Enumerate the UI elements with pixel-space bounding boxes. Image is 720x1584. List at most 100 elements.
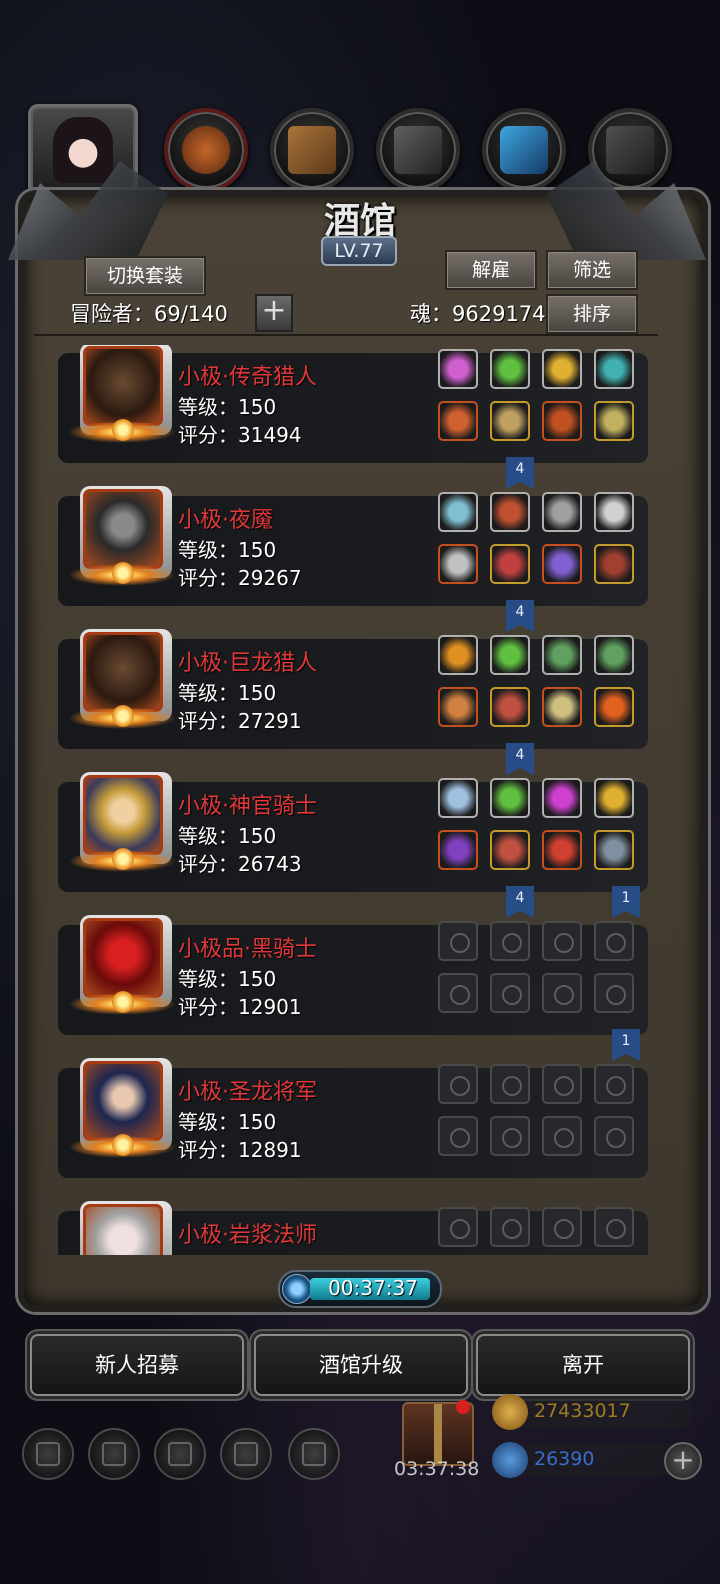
add-currency-button[interactable]: + [664, 1442, 702, 1480]
empty-equipment-slot[interactable] [438, 921, 478, 961]
equipment-item-icon[interactable] [542, 635, 582, 675]
empty-equipment-slot[interactable] [594, 973, 634, 1013]
gold-resource: 27433017 [492, 1394, 692, 1430]
empty-equipment-slot[interactable] [542, 973, 582, 1013]
hero-list[interactable]: 小极·传奇猎人 等级：150 评分：31494 4 小极·夜魇 等级：150 评分：2926… [34, 345, 658, 1255]
hero-card[interactable]: 小极品·黑骑士 等级：150 评分：12901 [58, 915, 648, 1035]
hero-score: 评分：31494 [178, 423, 302, 447]
empty-equipment-slot[interactable] [542, 1207, 582, 1247]
tab-orb-red[interactable] [164, 108, 248, 192]
equipment-item-icon[interactable] [594, 635, 634, 675]
hero-card[interactable]: 小极·夜魇 等级：150 评分：29267 [58, 486, 648, 606]
expand-slots-button[interactable]: + [255, 294, 293, 332]
equipment-item-icon[interactable] [594, 778, 634, 818]
empty-equipment-slot[interactable] [438, 973, 478, 1013]
count-badge: 1 [612, 1029, 640, 1061]
hero-avatar[interactable] [80, 1201, 172, 1255]
hero-score: 评分：12901 [178, 995, 302, 1019]
empty-equipment-slot[interactable] [542, 1116, 582, 1156]
equipment-item-icon[interactable] [438, 635, 478, 675]
gem-resource: 26390 [492, 1442, 692, 1478]
empty-equipment-slot[interactable] [594, 1116, 634, 1156]
equipment-item-icon[interactable] [490, 401, 530, 441]
soul-value: 魂：9629174 [410, 302, 546, 326]
equipment-item-icon[interactable] [490, 830, 530, 870]
hero-card[interactable]: 小极·神官骑士 等级：150 评分：26743 [58, 772, 648, 892]
dismiss-button[interactable]: 解雇 [445, 250, 537, 290]
star-rank-icon [68, 1134, 176, 1158]
equipment-item-icon[interactable] [438, 401, 478, 441]
equipment-item-icon[interactable] [594, 401, 634, 441]
bottom-menu-icon-3[interactable] [154, 1428, 206, 1480]
filter-button[interactable]: 筛选 [546, 250, 638, 290]
count-badge: 4 [506, 886, 534, 918]
equipment-item-icon[interactable] [438, 778, 478, 818]
empty-equipment-slot[interactable] [438, 1207, 478, 1247]
count-badge: 4 [506, 743, 534, 775]
bottom-menu-icon-1[interactable] [22, 1428, 74, 1480]
equipment-item-icon[interactable] [542, 492, 582, 532]
tab-wood[interactable] [270, 108, 354, 192]
recruit-button[interactable]: 新人招募 [30, 1334, 244, 1396]
upgrade-tavern-button[interactable]: 酒馆升级 [254, 1334, 468, 1396]
empty-equipment-slot[interactable] [594, 921, 634, 961]
empty-equipment-slot[interactable] [438, 1116, 478, 1156]
equipment-item-icon[interactable] [594, 687, 634, 727]
hero-card[interactable]: 小极·岩浆法师 [58, 1201, 648, 1255]
sort-button[interactable]: 排序 [546, 294, 638, 334]
empty-equipment-slot[interactable] [438, 1064, 478, 1104]
equipment-item-icon[interactable] [490, 544, 530, 584]
equipment-grid [438, 921, 648, 1019]
empty-equipment-slot[interactable] [490, 1116, 530, 1156]
empty-equipment-slot[interactable] [490, 973, 530, 1013]
empty-equipment-slot[interactable] [542, 921, 582, 961]
equipment-item-icon[interactable] [490, 349, 530, 389]
empty-equipment-slot[interactable] [490, 921, 530, 961]
equipment-item-icon[interactable] [542, 830, 582, 870]
empty-equipment-slot[interactable] [490, 1064, 530, 1104]
equipment-item-icon[interactable] [542, 349, 582, 389]
wood-icon [288, 126, 336, 174]
equipment-item-icon[interactable] [594, 492, 634, 532]
tab-stone[interactable] [376, 108, 460, 192]
equipment-item-icon[interactable] [438, 544, 478, 584]
hero-card[interactable]: 小极·传奇猎人 等级：150 评分：31494 [58, 345, 648, 463]
equipment-item-icon[interactable] [438, 492, 478, 532]
equipment-item-icon[interactable] [542, 778, 582, 818]
empty-equipment-slot[interactable] [490, 1207, 530, 1247]
switch-outfit-button[interactable]: 切换套装 [84, 256, 206, 296]
equipment-item-icon[interactable] [438, 687, 478, 727]
equipment-item-icon[interactable] [490, 492, 530, 532]
equipment-item-icon[interactable] [594, 349, 634, 389]
tab-crystal[interactable] [482, 108, 566, 192]
equipment-item-icon[interactable] [490, 635, 530, 675]
equipment-item-icon[interactable] [438, 830, 478, 870]
leave-button[interactable]: 离开 [476, 1334, 690, 1396]
hero-card[interactable]: 小极·圣龙将军 等级：150 评分：12891 [58, 1058, 648, 1178]
hero-portrait-icon [83, 489, 163, 569]
star-rank-icon [68, 419, 176, 443]
equipment-item-icon[interactable] [542, 687, 582, 727]
empty-equipment-slot[interactable] [594, 1207, 634, 1247]
hero-portrait-icon [83, 346, 163, 426]
equipment-item-icon[interactable] [438, 349, 478, 389]
star-rank-icon [68, 705, 176, 729]
hero-portrait-icon [83, 775, 163, 855]
equipment-item-icon[interactable] [490, 778, 530, 818]
equipment-item-icon[interactable] [594, 544, 634, 584]
hero-score: 评分：12891 [178, 1138, 302, 1162]
bottom-menu-icon-5[interactable] [288, 1428, 340, 1480]
equipment-item-icon[interactable] [542, 401, 582, 441]
orb-icon [182, 126, 230, 174]
equipment-item-icon[interactable] [594, 830, 634, 870]
hero-level: 等级：150 [178, 538, 277, 562]
bottom-menu-icon-2[interactable] [88, 1428, 140, 1480]
empty-equipment-slot[interactable] [542, 1064, 582, 1104]
equipment-item-icon[interactable] [542, 544, 582, 584]
empty-equipment-slot[interactable] [594, 1064, 634, 1104]
hero-name: 小极·传奇猎人 [178, 365, 317, 390]
bottom-menu-icon-4[interactable] [220, 1428, 272, 1480]
hero-card[interactable]: 小极·巨龙猎人 等级：150 评分：27291 [58, 629, 648, 749]
hero-score: 评分：27291 [178, 709, 302, 733]
equipment-item-icon[interactable] [490, 687, 530, 727]
